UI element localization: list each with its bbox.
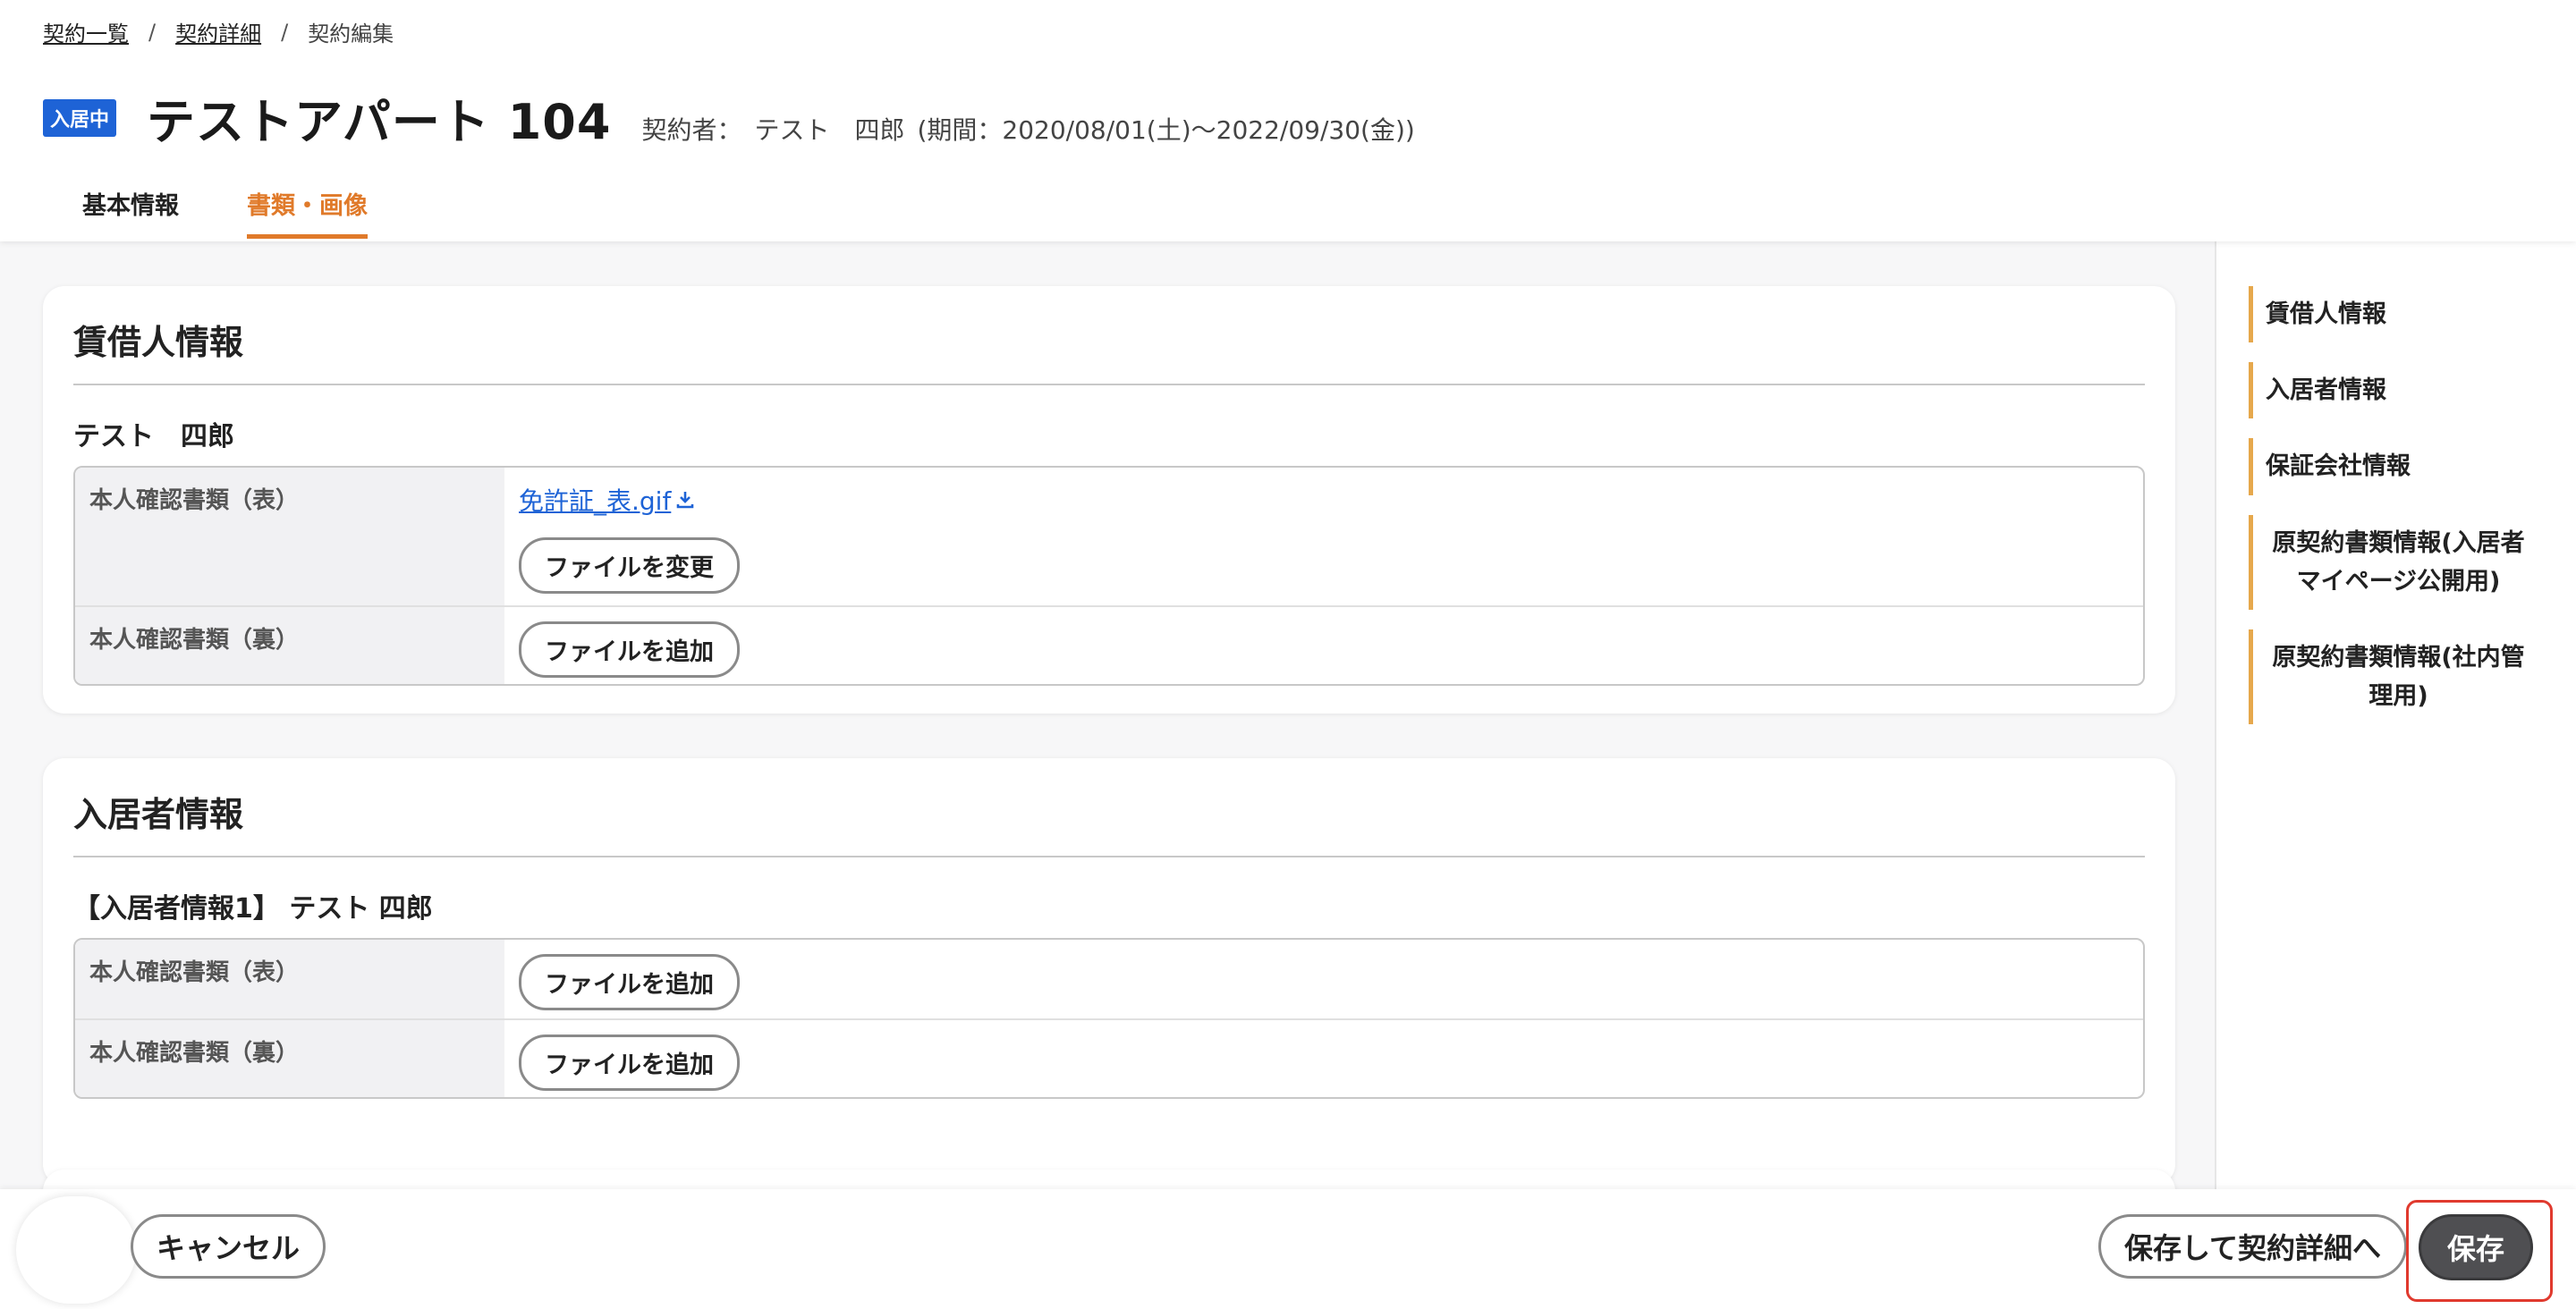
document-table: 本人確認書類（表） 免許証_表.gif ファイルを変更 本人確認書類（裏） ファ… [73, 466, 2145, 686]
section-title: 賃借人情報 [73, 286, 2145, 385]
file-download-link[interactable]: 免許証_表.gif [519, 482, 696, 518]
table-row: 本人確認書類（裏） ファイルを追加 [75, 1018, 2143, 1097]
breadcrumb-current: 契約編集 [308, 21, 394, 46]
cancel-button[interactable]: キャンセル [131, 1214, 326, 1279]
download-icon [677, 492, 694, 509]
page-header: 契約一覧 / 契約詳細 / 契約編集 入居中 テストアパート 104 契約者： テ… [0, 0, 2576, 241]
row-value: 免許証_表.gif ファイルを変更 [504, 468, 2143, 605]
avatar[interactable] [16, 1196, 136, 1304]
row-label: 本人確認書類（表） [75, 468, 504, 605]
row-label: 本人確認書類（裏） [75, 1020, 504, 1097]
breadcrumb-separator: / [148, 19, 157, 45]
row-label: 本人確認書類（表） [75, 940, 504, 1018]
resident-section: 入居者情報 【入居者情報1】 テスト 四郎 本人確認書類（表） ファイルを追加 … [43, 758, 2175, 1186]
table-row: 本人確認書類（表） ファイルを追加 [75, 940, 2143, 1018]
tab-documents-images[interactable]: 書類・画像 [247, 186, 368, 239]
save-button[interactable]: 保存 [2419, 1214, 2533, 1280]
table-row: 本人確認書類（裏） ファイルを追加 [75, 605, 2143, 684]
nav-item-guarantor[interactable]: 保証会社情報 [2249, 438, 2535, 495]
row-label: 本人確認書類（裏） [75, 607, 504, 684]
breadcrumb-contract-list[interactable]: 契約一覧 [43, 16, 129, 47]
tab-basic-info[interactable]: 基本情報 [82, 186, 179, 239]
add-file-button[interactable]: ファイルを追加 [519, 954, 740, 1010]
file-name: 免許証_表.gif [519, 486, 672, 516]
lessee-section: 賃借人情報 テスト 四郎 本人確認書類（表） 免許証_表.gif ファイルを変更 [43, 286, 2175, 714]
nav-item-original-docs-internal[interactable]: 原契約書類情報(社内管理用) [2249, 629, 2535, 725]
save-and-detail-button[interactable]: 保存して契約詳細へ [2098, 1214, 2408, 1279]
main-content[interactable]: 賃借人情報 テスト 四郎 本人確認書類（表） 免許証_表.gif ファイルを変更 [0, 241, 2215, 1189]
change-file-button[interactable]: ファイルを変更 [519, 537, 740, 594]
footer-bar: キャンセル 保存して契約詳細へ 保存 [0, 1189, 2576, 1309]
row-value: ファイルを追加 [504, 940, 2143, 1018]
section-nav: 賃借人情報 入居者情報 保証会社情報 原契約書類情報(入居者マイページ公開用) … [2215, 241, 2576, 1189]
breadcrumb-contract-detail[interactable]: 契約詳細 [175, 16, 261, 47]
document-table: 本人確認書類（表） ファイルを追加 本人確認書類（裏） ファイルを追加 [73, 938, 2145, 1099]
row-value: ファイルを追加 [504, 1020, 2143, 1097]
tab-bar: 基本情報 書類・画像 [82, 186, 436, 239]
contractor-label: 契約者： [641, 115, 742, 145]
nav-item-lessee[interactable]: 賃借人情報 [2249, 286, 2535, 343]
add-file-button[interactable]: ファイルを追加 [519, 621, 740, 678]
status-badge: 入居中 [43, 98, 117, 137]
person-name: テスト 四郎 [73, 421, 234, 452]
title-row: 入居中 テストアパート 104 契約者： テスト 四郎 (期間：2020/08/01… [43, 82, 1428, 153]
guarantor-section [43, 1170, 2175, 1189]
nav-item-resident[interactable]: 入居者情報 [2249, 362, 2535, 419]
nav-item-original-docs-public[interactable]: 原契約書類情報(入居者マイページ公開用) [2249, 514, 2535, 610]
contract-info: 契約者： テスト 四郎 (期間：2020/08/01(土)〜2022/09/30(金… [641, 111, 1427, 147]
person-name: 【入居者情報1】 テスト 四郎 [73, 893, 433, 925]
row-value: ファイルを追加 [504, 607, 2143, 684]
table-row: 本人確認書類（表） 免許証_表.gif ファイルを変更 [75, 468, 2143, 605]
contractor-name: テスト 四郎 [754, 115, 905, 145]
contract-period: (期間：2020/08/01(土)〜2022/09/30(金)) [917, 115, 1415, 145]
breadcrumb-separator: / [281, 19, 289, 45]
breadcrumb: 契約一覧 / 契約詳細 / 契約編集 [43, 16, 394, 47]
section-title: 入居者情報 [73, 758, 2145, 857]
page-title: テストアパート 104 [147, 94, 612, 150]
add-file-button[interactable]: ファイルを追加 [519, 1035, 740, 1091]
